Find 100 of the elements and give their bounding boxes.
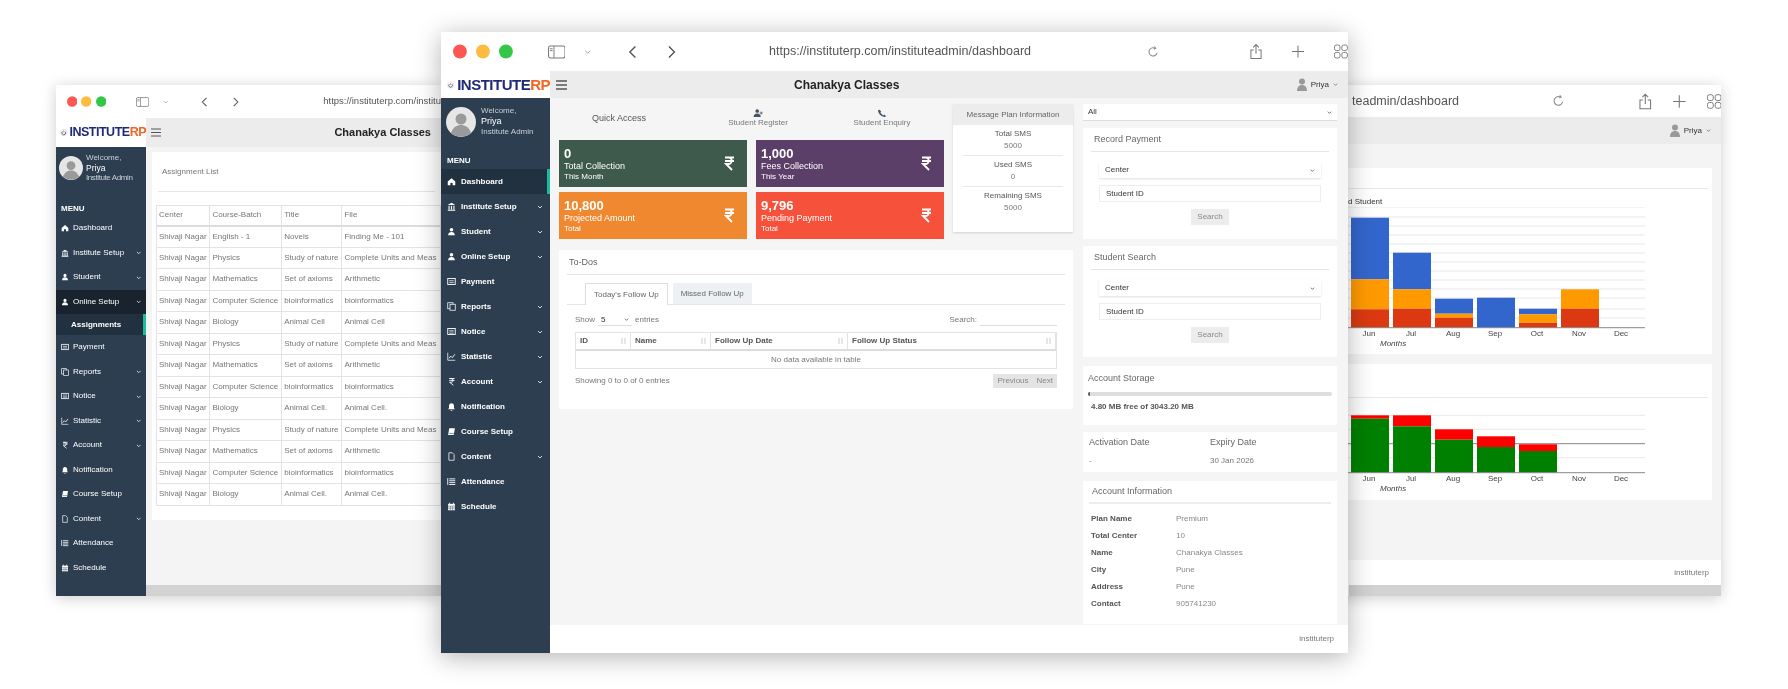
reload-icon[interactable]	[1147, 44, 1160, 59]
stat-period: Total	[564, 223, 582, 234]
sidebar-item[interactable]: Content	[441, 444, 550, 469]
sidebar-item[interactable]: Student	[441, 219, 550, 244]
sidebar-item[interactable]: Statistic	[56, 408, 146, 433]
sort-icon	[1046, 338, 1051, 344]
table-cell: Physics	[209, 247, 282, 269]
menu-heading: MENU	[60, 203, 86, 215]
sidebar-item[interactable]: Schedule	[441, 494, 550, 519]
minimize-button[interactable]	[81, 94, 92, 109]
sidebar-icon[interactable]	[136, 94, 150, 109]
chevron-down-icon[interactable]	[584, 47, 592, 56]
student-id-field[interactable]: Student ID	[1099, 185, 1321, 202]
back-icon[interactable]	[628, 44, 637, 59]
column-header[interactable]: Title	[281, 205, 342, 226]
user-menu[interactable]: Priya	[1683, 124, 1702, 137]
column-header[interactable]: File	[341, 205, 441, 226]
column-header[interactable]: Follow Up Date	[711, 333, 848, 349]
stat-label: Total Collection	[564, 160, 627, 172]
sidebar-item[interactable]: Content	[56, 506, 146, 531]
sidebar-item[interactable]: Course Setup	[56, 482, 146, 507]
sidebar-item[interactable]: Reports	[441, 294, 550, 319]
share-icon[interactable]	[1250, 43, 1263, 60]
sidebar-subitem[interactable]: Assignments	[56, 314, 146, 335]
sidebar-item[interactable]: Dashboard	[441, 169, 550, 194]
sidebar-item[interactable]: Account	[441, 369, 550, 394]
quick-link[interactable]: Student Register	[696, 109, 821, 129]
sidebar-item[interactable]: Online Setup	[441, 244, 550, 269]
sidebar-item[interactable]: Notification	[441, 394, 550, 419]
info-value: 10	[1176, 529, 1186, 542]
table-cell: Animal Cell.	[281, 397, 342, 419]
table-cell: Study of nature	[281, 419, 342, 441]
center-select[interactable]: Center	[1099, 280, 1321, 296]
calendar-icon	[61, 563, 69, 572]
info-value: 905741230	[1176, 597, 1218, 610]
sidebar-item[interactable]: Student	[56, 265, 146, 290]
sidebar-item[interactable]: Notification	[56, 457, 146, 482]
welcome-text: Welcome,	[86, 153, 123, 163]
forward-icon[interactable]	[667, 44, 677, 59]
sidebar-item[interactable]: Institute Setup	[56, 240, 146, 265]
sidebar-item[interactable]: Payment	[56, 335, 146, 360]
column-header[interactable]: ID	[576, 333, 631, 349]
table-cell: Study of nature	[281, 333, 342, 355]
table-cell: Complete Units and Meas	[341, 333, 441, 355]
column-header[interactable]: Center	[156, 205, 210, 226]
url-text[interactable]: https://instituterp.com/institu	[323, 94, 441, 109]
chevron-down-icon[interactable]	[1333, 82, 1338, 87]
sidebar-item[interactable]: Account	[56, 433, 146, 458]
tab[interactable]: Missed Follow Up	[672, 283, 752, 304]
url-text[interactable]: https://instituterp.com/instituteadmin/dashboard	[769, 42, 1139, 61]
sidebar-item[interactable]: Notice	[56, 384, 146, 409]
user-menu[interactable]: Priya	[1310, 78, 1329, 91]
page-size-select[interactable]: 5	[598, 314, 632, 326]
tab[interactable]: Today's Follow Up	[585, 283, 668, 305]
home-icon	[447, 177, 456, 186]
sidebar-item[interactable]: Online Setup	[56, 289, 146, 314]
table-cell: Animal Cell.	[281, 483, 342, 505]
chart-title: d Student	[1348, 197, 1384, 207]
sidebar-item[interactable]: Reports	[56, 359, 146, 384]
table-cell: Computer Science	[209, 462, 282, 484]
column-header[interactable]: Follow Up Status	[848, 333, 1056, 349]
sort-icon	[621, 338, 626, 344]
student-id-field[interactable]: Student ID	[1099, 303, 1321, 320]
maximize-button[interactable]	[498, 44, 513, 59]
maximize-button[interactable]	[95, 94, 107, 109]
sidebar-item[interactable]: Notice	[441, 319, 550, 344]
table-cell: Shivaji Nagar	[156, 354, 210, 376]
sidebar-item[interactable]: Statistic	[441, 344, 550, 369]
bank-icon	[447, 202, 456, 211]
quick-link[interactable]: Student Enquiry	[820, 109, 944, 129]
share-icon[interactable]	[1639, 92, 1652, 110]
user-role: Institute Admin	[481, 127, 534, 137]
sidebar-icon[interactable]	[547, 44, 566, 59]
center-select[interactable]: Center	[1099, 162, 1321, 178]
minimize-button[interactable]	[475, 44, 490, 59]
reload-icon[interactable]	[1551, 94, 1565, 108]
file-icon	[61, 514, 69, 523]
menu-icon[interactable]	[556, 79, 567, 90]
new-tab-icon[interactable]	[1292, 45, 1305, 58]
close-button[interactable]	[453, 44, 467, 59]
sidebar-item[interactable]: Institute Setup	[441, 194, 550, 219]
sidebar-item[interactable]: Attendance	[441, 469, 550, 494]
filter-select[interactable]: All	[1083, 104, 1337, 121]
url-text[interactable]: teadmin/dashboard	[1352, 91, 1552, 111]
sidebar-item[interactable]: Attendance	[56, 531, 146, 556]
column-header[interactable]: Name	[631, 333, 711, 349]
close-button[interactable]	[67, 94, 78, 109]
new-tab-icon[interactable]	[1672, 94, 1686, 108]
sidebar-item[interactable]: Schedule	[56, 555, 146, 580]
column-header[interactable]: Course-Batch	[209, 205, 282, 226]
menu-icon[interactable]	[151, 128, 161, 137]
bell-icon	[447, 402, 456, 411]
table-cell: Mathematics	[209, 440, 282, 462]
sidebar-item[interactable]: Course Setup	[441, 419, 550, 444]
chevron-down-icon[interactable]	[1706, 128, 1711, 133]
tabs-overview-icon[interactable]	[1706, 93, 1721, 109]
card-title: Account Storage	[1088, 372, 1156, 385]
sidebar-item[interactable]: Payment	[441, 269, 550, 294]
tabs-overview-icon[interactable]	[1334, 44, 1348, 59]
sidebar-item[interactable]: Dashboard	[56, 216, 146, 241]
